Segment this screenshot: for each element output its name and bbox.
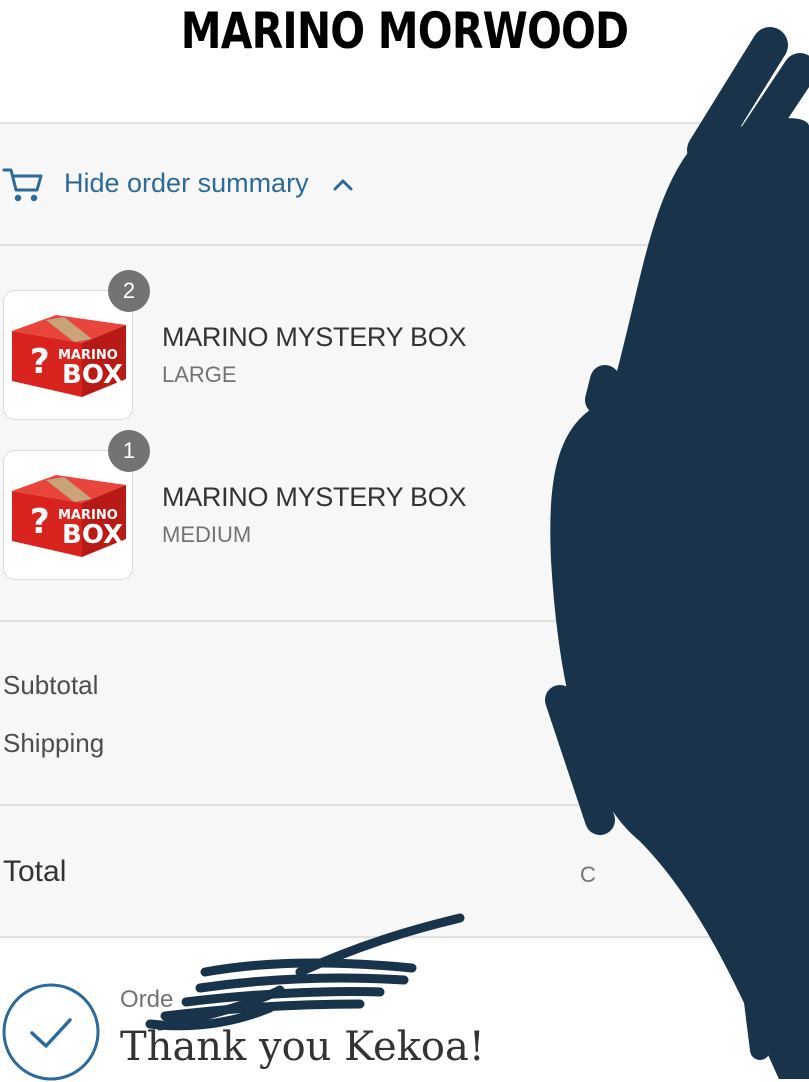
- store-title[interactable]: MARINO MORWOOD: [73, 2, 736, 60]
- cart-icon: [2, 168, 43, 202]
- product-thumbnail: ? MARINO BOX: [3, 290, 133, 420]
- divider: [0, 936, 809, 938]
- toggle-label: Hide order summary: [64, 168, 309, 198]
- total-label: Total: [3, 855, 67, 888]
- item-name: MARINO MYSTERY BOX: [162, 482, 467, 512]
- store-header: MARINO MORWOOD: [0, 0, 809, 122]
- quantity-badge: 1: [108, 430, 150, 472]
- divider: [0, 804, 809, 806]
- mystery-box-image: ? MARINO BOX: [12, 475, 126, 557]
- order-summary-panel: Hide order summary ? MARINO BOX 2 MARINO…: [0, 122, 809, 940]
- line-item: ? MARINO BOX 2 MARINO MYSTERY BOX LARGE: [0, 270, 600, 430]
- checkmark-circle-icon: [2, 983, 100, 1081]
- svg-text:BOX: BOX: [62, 360, 123, 390]
- svg-text:?: ?: [30, 502, 50, 542]
- chevron-up-icon: [333, 179, 353, 191]
- shipping-label: Shipping: [3, 728, 105, 758]
- item-variant: LARGE: [162, 362, 237, 387]
- mystery-box-image: ? MARINO BOX: [12, 315, 126, 397]
- item-name: MARINO MYSTERY BOX: [162, 322, 467, 352]
- order-confirmation: Orde Thank you Kekoa!: [0, 940, 809, 1081]
- order-number-label: Orde: [120, 986, 174, 1013]
- divider: [0, 620, 809, 622]
- thank-you-heading: Thank you Kekoa!: [120, 1024, 485, 1070]
- product-thumbnail: ? MARINO BOX: [3, 450, 133, 580]
- order-summary-toggle[interactable]: Hide order summary: [0, 124, 809, 246]
- item-variant: MEDIUM: [162, 522, 252, 547]
- total-currency: C: [580, 862, 596, 887]
- subtotal-label: Subtotal: [3, 670, 99, 700]
- svg-text:BOX: BOX: [62, 520, 123, 550]
- quantity-badge: 2: [108, 270, 150, 312]
- line-item: ? MARINO BOX 1 MARINO MYSTERY BOX MEDIUM: [0, 430, 600, 590]
- svg-text:?: ?: [30, 342, 50, 382]
